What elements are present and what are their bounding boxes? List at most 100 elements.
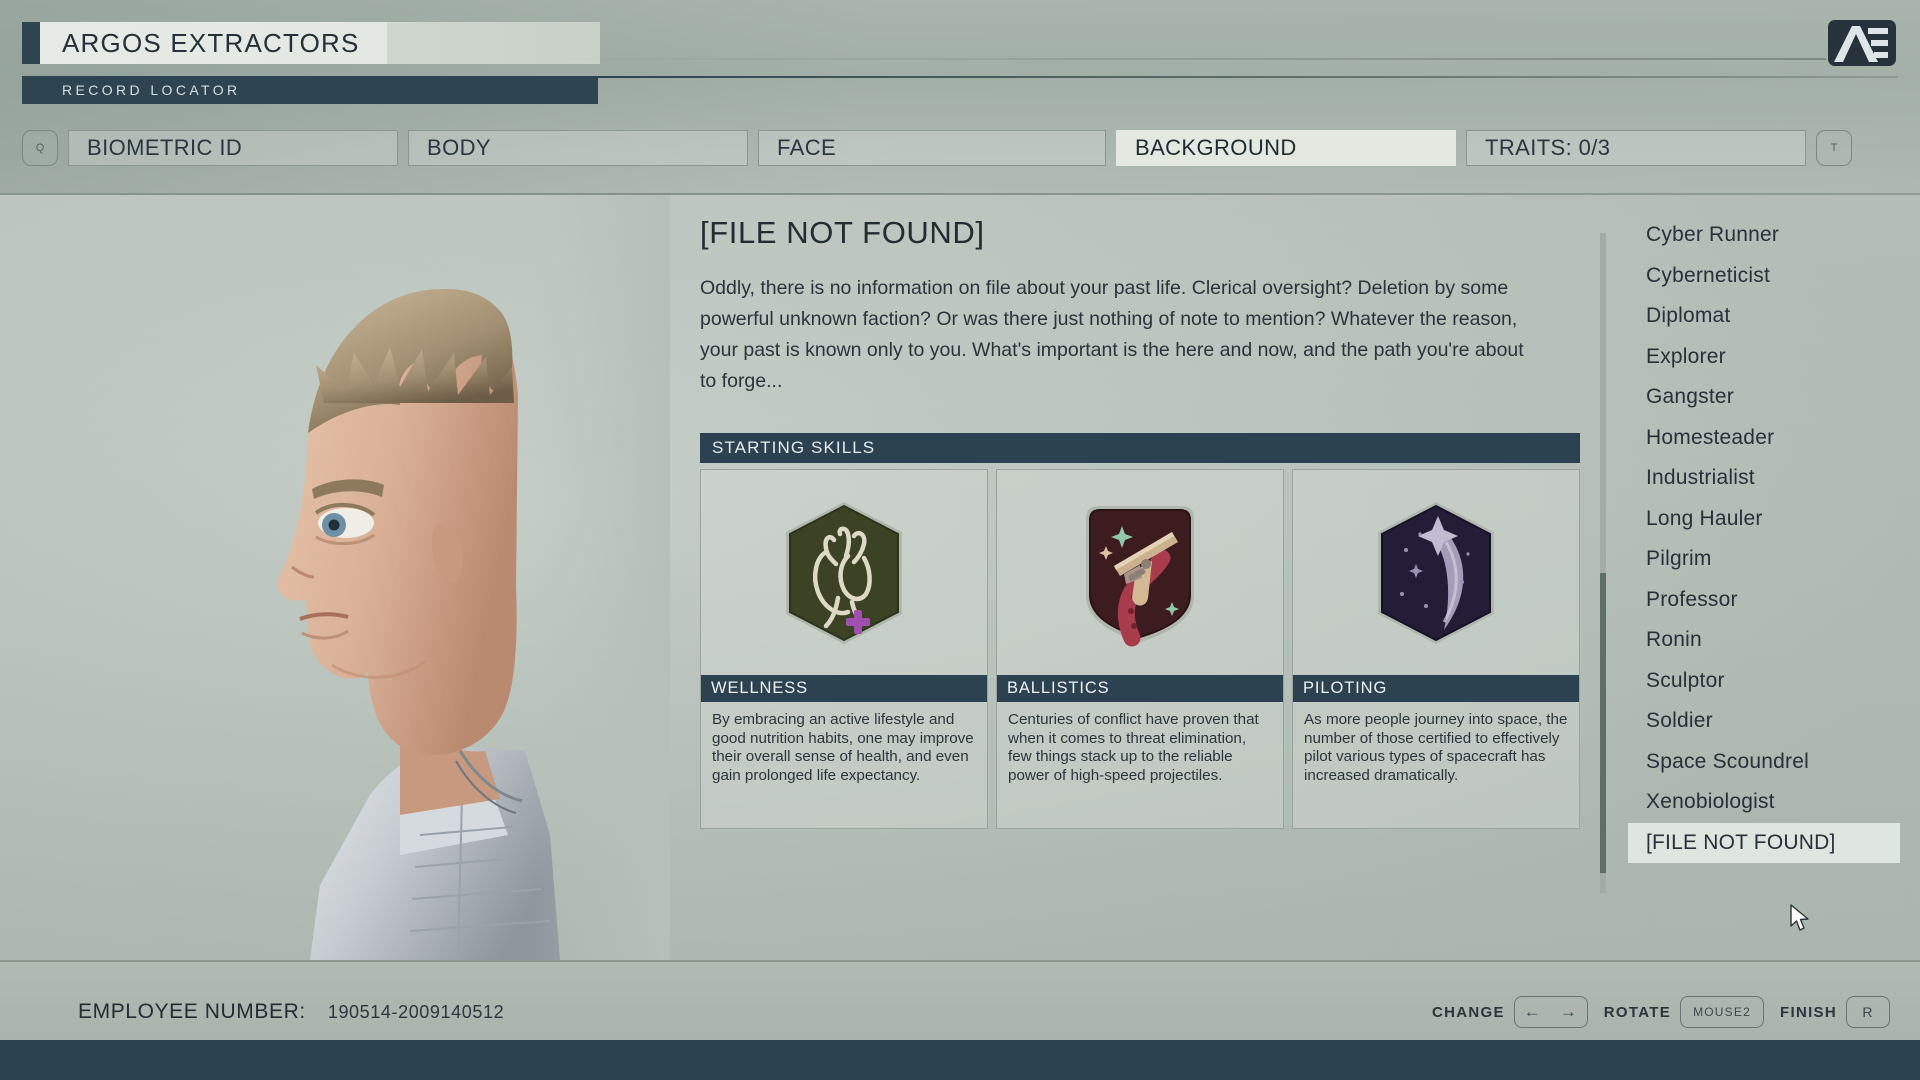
control-hints: CHANGE ← → ROTATE MOUSE2 FINISH R (1432, 996, 1890, 1028)
list-item[interactable]: Gangster (1628, 377, 1900, 418)
pistol-tentacle-badge-icon (1076, 498, 1204, 648)
background-list-panel: Cyber Runner Cyberneticist Diplomat Expl… (1600, 215, 1900, 915)
header-divider-rule (598, 76, 1898, 78)
list-item[interactable]: Ronin (1628, 620, 1900, 661)
control-finish-label: FINISH (1780, 1004, 1837, 1021)
control-change[interactable]: CHANGE ← → (1432, 996, 1588, 1028)
list-item[interactable]: Sculptor (1628, 661, 1900, 702)
employee-number-block: EMPLOYEE NUMBER: 190514-2009140512 (78, 1000, 504, 1024)
list-item-label: Cyberneticist (1646, 264, 1770, 288)
company-title-plate: ARGOS EXTRACTORS (40, 22, 600, 64)
tab-next-key-label: T (1831, 142, 1838, 154)
skill-description: As more people journey into space, the n… (1293, 702, 1579, 795)
skill-name-bar: PILOTING (1293, 675, 1579, 702)
character-portrait[interactable] (250, 195, 670, 960)
list-item-selected[interactable]: [FILE NOT FOUND] (1628, 823, 1900, 864)
tab-body[interactable]: BODY (408, 130, 748, 166)
comet-badge-icon (1372, 498, 1500, 648)
tab-biometric-id[interactable]: BIOMETRIC ID (68, 130, 398, 166)
tab-next-key-hint[interactable]: T (1816, 130, 1852, 166)
list-item-label: Explorer (1646, 345, 1726, 369)
skill-card-wellness[interactable]: WELLNESS By embracing an active lifestyl… (700, 469, 988, 829)
list-item[interactable]: Cyber Runner (1628, 215, 1900, 256)
starting-skills-header: STARTING SKILLS (700, 433, 1580, 463)
heart-badge-icon (780, 498, 908, 648)
list-scrollbar-thumb[interactable] (1600, 573, 1606, 873)
tab-face[interactable]: FACE (758, 130, 1106, 166)
record-locator-bar: RECORD LOCATOR (22, 76, 598, 104)
tab-label: BODY (427, 135, 491, 161)
list-item-label: Space Scoundrel (1646, 750, 1809, 774)
skill-card-piloting[interactable]: PILOTING As more people journey into spa… (1292, 469, 1580, 829)
list-item-label: Diplomat (1646, 304, 1730, 328)
control-finish[interactable]: FINISH R (1780, 996, 1890, 1028)
tab-label: BIOMETRIC ID (87, 135, 242, 161)
list-item-label: [FILE NOT FOUND] (1646, 831, 1836, 855)
main-content-area: [FILE NOT FOUND] Oddly, there is no info… (0, 195, 1920, 960)
arrow-right-icon: → (1560, 1002, 1578, 1022)
list-item[interactable]: Soldier (1628, 701, 1900, 742)
skill-name: PILOTING (1303, 679, 1387, 698)
control-rotate-label: ROTATE (1604, 1004, 1671, 1021)
argos-logo-icon (1826, 18, 1898, 68)
tab-label: BACKGROUND (1135, 135, 1297, 161)
list-item-label: Cyber Runner (1646, 223, 1779, 247)
list-item[interactable]: Professor (1628, 580, 1900, 621)
company-title: ARGOS EXTRACTORS (62, 28, 360, 59)
list-item[interactable]: Long Hauler (1628, 499, 1900, 540)
brand-divider-rule (556, 58, 1826, 60)
list-item-label: Pilgrim (1646, 547, 1712, 571)
skill-name: WELLNESS (711, 679, 808, 698)
skill-name: BALLISTICS (1007, 679, 1110, 698)
list-item[interactable]: Space Scoundrel (1628, 742, 1900, 783)
list-item[interactable]: Xenobiologist (1628, 782, 1900, 823)
list-item-label: Xenobiologist (1646, 790, 1775, 814)
tab-background[interactable]: BACKGROUND (1116, 130, 1456, 166)
tab-prev-key-hint[interactable]: Q (22, 130, 58, 166)
page-title: [FILE NOT FOUND] (700, 215, 1590, 251)
background-detail-panel: [FILE NOT FOUND] Oddly, there is no info… (700, 215, 1590, 829)
background-list: Cyber Runner Cyberneticist Diplomat Expl… (1628, 215, 1900, 863)
tab-traits[interactable]: TRAITS: 0/3 (1466, 130, 1806, 166)
list-item-label: Professor (1646, 588, 1738, 612)
skill-description: By embracing an active lifestyle and goo… (701, 702, 987, 795)
employee-number-value: 190514-2009140512 (328, 1002, 504, 1023)
badge-wrap (701, 470, 987, 675)
list-item-label: Industrialist (1646, 466, 1755, 490)
skill-card-ballistics[interactable]: BALLISTICS Centuries of conflict have pr… (996, 469, 1284, 829)
badge-wrap (997, 470, 1283, 675)
employee-number-label: EMPLOYEE NUMBER: (78, 1000, 306, 1024)
list-item-label: Gangster (1646, 385, 1734, 409)
list-item[interactable]: Diplomat (1628, 296, 1900, 337)
character-creation-screen: ARGOS EXTRACTORS RECORD LOCATOR Q BIOMET… (0, 0, 1920, 1080)
list-item[interactable]: Homesteader (1628, 418, 1900, 459)
footer-accent-strip (0, 1040, 1920, 1080)
background-description: Oddly, there is no information on file a… (700, 273, 1530, 397)
badge-wrap (1293, 470, 1579, 675)
company-title-row: ARGOS EXTRACTORS (22, 22, 600, 64)
top-header: ARGOS EXTRACTORS RECORD LOCATOR Q BIOMET… (0, 0, 1920, 195)
control-rotate[interactable]: ROTATE MOUSE2 (1604, 996, 1764, 1028)
tab-prev-key-label: Q (36, 142, 45, 154)
list-item[interactable]: Industrialist (1628, 458, 1900, 499)
arrow-left-icon: ← (1524, 1002, 1542, 1022)
control-change-key[interactable]: ← → (1514, 996, 1588, 1028)
record-locator-label: RECORD LOCATOR (62, 82, 241, 98)
starting-skills-row: WELLNESS By embracing an active lifestyl… (700, 469, 1590, 829)
title-accent-tab (22, 22, 40, 64)
skill-description: Centuries of conflict have proven that w… (997, 702, 1283, 795)
list-item[interactable]: Pilgrim (1628, 539, 1900, 580)
starting-skills-label: STARTING SKILLS (712, 438, 875, 458)
skill-name-bar: WELLNESS (701, 675, 987, 702)
skill-name-bar: BALLISTICS (997, 675, 1283, 702)
list-scrollbar-track[interactable] (1600, 233, 1606, 893)
list-item-label: Soldier (1646, 709, 1713, 733)
list-item-label: Long Hauler (1646, 507, 1763, 531)
list-item[interactable]: Explorer (1628, 337, 1900, 378)
list-item-label: Homesteader (1646, 426, 1774, 450)
control-finish-key[interactable]: R (1846, 996, 1890, 1028)
list-item[interactable]: Cyberneticist (1628, 256, 1900, 297)
tab-label: FACE (777, 135, 836, 161)
control-rotate-key[interactable]: MOUSE2 (1680, 996, 1764, 1028)
list-item-label: Sculptor (1646, 669, 1725, 693)
